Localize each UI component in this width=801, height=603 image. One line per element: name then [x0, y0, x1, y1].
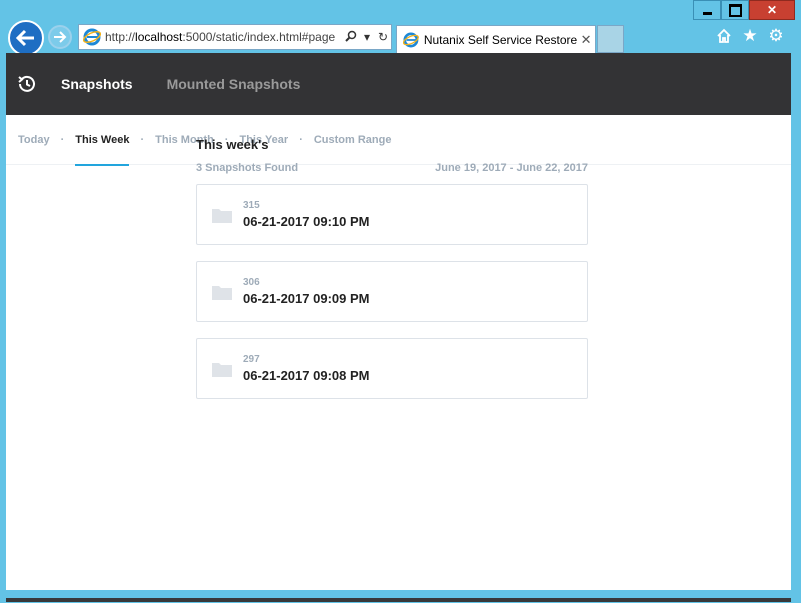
snapshot-id: 297 — [243, 354, 260, 365]
separator: · — [140, 133, 145, 146]
window-controls: ✕ — [693, 0, 795, 20]
ie-icon — [83, 28, 101, 46]
snapshot-count: 3 Snapshots Found — [196, 162, 299, 174]
snapshot-datetime: 06-21-2017 09:08 PM — [243, 368, 370, 383]
folder-icon — [197, 360, 243, 378]
filter-today[interactable]: Today — [18, 134, 50, 146]
folder-icon — [197, 206, 243, 224]
page-title: This week's — [196, 136, 269, 152]
browser-tab[interactable]: Nutanix Self Service Restore ✕ — [396, 25, 596, 53]
snapshot-id: 306 — [243, 277, 260, 288]
address-bar[interactable]: http://localhost:5000/static/index.html#… — [78, 24, 392, 50]
ie-icon — [403, 32, 419, 47]
snapshot-card[interactable]: 297 06-21-2017 09:08 PM — [196, 338, 588, 399]
app-header: Snapshots Mounted Snapshots — [6, 53, 791, 115]
snapshot-card[interactable]: 306 06-21-2017 09:09 PM — [196, 261, 588, 322]
snapshot-id: 315 — [243, 200, 260, 211]
dropdown-icon[interactable]: ▾ — [359, 30, 375, 44]
date-range: June 19, 2017 - June 22, 2017 — [435, 162, 588, 174]
separator: · — [60, 133, 65, 146]
back-icon — [16, 29, 34, 47]
close-window-button[interactable]: ✕ — [749, 0, 795, 20]
nav-mounted-snapshots[interactable]: Mounted Snapshots — [167, 76, 301, 92]
folder-icon — [197, 283, 243, 301]
address-text: http://localhost:5000/static/index.html#… — [105, 30, 336, 44]
back-button[interactable] — [8, 20, 44, 56]
snapshot-datetime: 06-21-2017 09:10 PM — [243, 214, 370, 229]
snapshot-datetime: 06-21-2017 09:09 PM — [243, 291, 370, 306]
forward-button[interactable] — [48, 25, 72, 49]
filter-this-week[interactable]: This Week — [75, 115, 130, 166]
browser-toolbar: http://localhost:5000/static/index.html#… — [0, 20, 801, 56]
snapshot-card[interactable]: 315 06-21-2017 09:10 PM — [196, 184, 588, 245]
home-icon[interactable] — [715, 27, 733, 45]
new-tab-button[interactable] — [597, 25, 624, 53]
browser-tools: ★ ⚙ — [715, 26, 785, 45]
history-icon[interactable] — [6, 73, 48, 95]
minimize-button[interactable] — [693, 0, 721, 20]
refresh-icon[interactable]: ↻ — [375, 30, 391, 44]
tab-title: Nutanix Self Service Restore — [423, 32, 578, 47]
nav-snapshots[interactable]: Snapshots — [61, 76, 133, 92]
results-summary: 3 Snapshots Found June 19, 2017 - June 2… — [196, 162, 588, 174]
gear-icon[interactable]: ⚙ — [767, 26, 785, 45]
star-icon[interactable]: ★ — [741, 26, 759, 45]
forward-icon — [54, 31, 67, 43]
search-icon[interactable] — [343, 30, 359, 45]
taskbar-edge — [0, 590, 801, 603]
close-icon[interactable]: ✕ — [577, 32, 595, 48]
snapshot-list-panel: This week's 3 Snapshots Found June 19, 2… — [196, 126, 588, 415]
maximize-button[interactable] — [721, 0, 749, 20]
